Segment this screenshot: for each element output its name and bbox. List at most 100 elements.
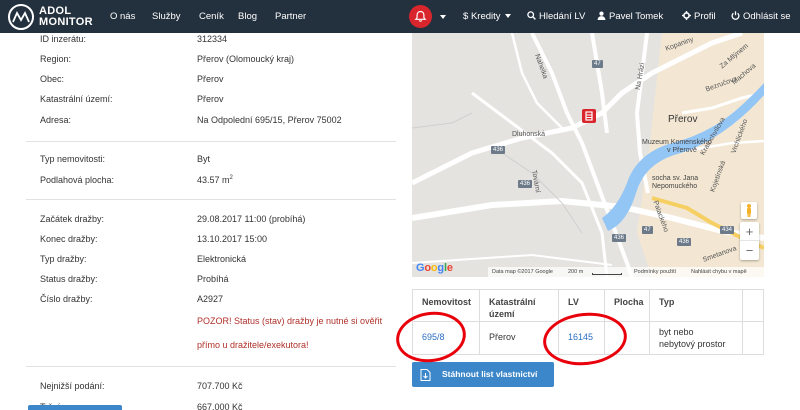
search-lv-label: Hledání LV bbox=[539, 11, 586, 22]
detail-value: A2927 bbox=[197, 294, 224, 304]
property-marker-icon[interactable] bbox=[582, 109, 596, 123]
detail-row-konec: Konec dražby: 13.10.2017 15:00 bbox=[40, 234, 400, 252]
nav-logout[interactable]: Odhlásit se bbox=[731, 0, 791, 33]
nav-item-partner[interactable]: Partner bbox=[275, 0, 306, 33]
plocha-number: 43.57 m bbox=[197, 175, 230, 185]
map-label: Dluhonská bbox=[512, 131, 546, 138]
map-canvas bbox=[412, 33, 764, 277]
logo-icon bbox=[8, 4, 34, 30]
top-navbar: ADOL MONITOR O nás Služby Ceník Blog Par… bbox=[0, 0, 800, 33]
status-warning: POZOR! Status (stav) dražby je nutné si … bbox=[197, 309, 407, 357]
nav-profile[interactable]: Profil bbox=[682, 0, 716, 33]
detail-value: Přerov (Olomoucký kraj) bbox=[197, 54, 295, 64]
map-zoom-control: + − bbox=[740, 222, 759, 260]
detail-label: ID inzerátu: bbox=[40, 34, 87, 44]
power-icon bbox=[731, 11, 740, 20]
logo-text: ADOL MONITOR bbox=[39, 6, 93, 28]
table-header-katastr[interactable]: Katastrální území bbox=[480, 290, 536, 321]
detail-value: 667.000 Kč bbox=[197, 402, 243, 410]
map-data-credit: Data map ©2017 Google bbox=[492, 269, 553, 275]
document-download-icon bbox=[420, 369, 431, 381]
detail-value: Přerov bbox=[197, 74, 224, 84]
map-label-city: Přerov bbox=[668, 114, 698, 125]
detail-value: 312334 bbox=[197, 34, 228, 44]
map-report-link[interactable]: Nahlásit chybu v mapě bbox=[691, 267, 747, 277]
gear-icon bbox=[682, 10, 691, 20]
road-shield: 436 bbox=[491, 146, 506, 154]
detail-row-katastr: Katastrální území: Přerov bbox=[40, 94, 400, 112]
detail-label: Konec dražby: bbox=[40, 234, 98, 244]
warning-line-1: POZOR! Status (stav) dražby je nutné si … bbox=[197, 316, 383, 326]
dollar-icon: $ bbox=[463, 11, 471, 22]
road-shield: 436 bbox=[612, 234, 627, 242]
table-cell-typ: byt nebo nebytový prostor bbox=[650, 323, 726, 358]
nav-item-sluzby[interactable]: Služby bbox=[152, 0, 181, 33]
detail-row-adresa: Adresa: Na Odpolední 695/15, Přerov 7500… bbox=[40, 115, 400, 133]
road-shield: 434 bbox=[720, 226, 735, 234]
detail-label: Nejnižší podání: bbox=[40, 381, 105, 391]
user-icon bbox=[597, 11, 606, 20]
section-divider bbox=[26, 141, 396, 142]
detail-label: Adresa: bbox=[40, 115, 72, 125]
street-view-pegman-icon[interactable] bbox=[741, 202, 757, 219]
search-icon bbox=[527, 11, 536, 20]
header-line-2: území bbox=[489, 309, 515, 319]
google-logo: Google bbox=[416, 262, 453, 274]
detail-row-id: ID inzerátu: 312334 bbox=[40, 34, 400, 52]
profile-label: Profil bbox=[694, 11, 716, 22]
detail-value: Přerov bbox=[197, 94, 224, 104]
map-label: Nepomuckého bbox=[652, 183, 698, 190]
table-header-typ[interactable]: Typ bbox=[650, 290, 674, 321]
detail-row-region: Region: Přerov (Olomoucký kraj) bbox=[40, 54, 400, 72]
section-divider bbox=[26, 366, 396, 367]
notifications-caret-icon[interactable] bbox=[440, 15, 446, 19]
road-shield: 47 bbox=[592, 60, 603, 68]
detail-label: Číslo dražby: bbox=[40, 294, 93, 304]
nav-credits-dropdown[interactable]: $ Kredity bbox=[463, 0, 511, 33]
nav-search-lv[interactable]: Hledání LV bbox=[527, 0, 585, 33]
detail-label: Začátek dražby: bbox=[40, 214, 105, 224]
logo[interactable]: ADOL MONITOR bbox=[8, 4, 93, 30]
detail-value: 29.08.2017 11:00 (probíhá) bbox=[197, 214, 306, 224]
map-scale[interactable]: 200 m bbox=[568, 267, 583, 277]
credits-label: Kredity bbox=[470, 11, 501, 22]
map-terms-link[interactable]: Podmínky použití bbox=[634, 267, 676, 277]
logo-line2: MONITOR bbox=[39, 16, 93, 28]
detail-row-obec: Obec: Přerov bbox=[40, 74, 400, 92]
nav-item-o-nas[interactable]: O nás bbox=[110, 0, 135, 33]
detail-label: Typ dražby: bbox=[40, 254, 87, 264]
map-attribution-bar: Data map ©2017 Google 200 m Podmínky pou… bbox=[488, 267, 764, 277]
detail-label: Podlahová plocha: bbox=[40, 175, 115, 185]
header-line-1: Katastrální bbox=[489, 297, 536, 307]
detail-label: Katastrální území: bbox=[40, 94, 113, 104]
road-shield: 436 bbox=[518, 180, 533, 188]
detail-label: Region: bbox=[40, 54, 72, 64]
table-cell-katastr: Přerov bbox=[489, 332, 516, 342]
notifications-button[interactable] bbox=[409, 5, 432, 28]
detail-row-zacatek: Začátek dražby: 29.08.2017 11:00 (probíh… bbox=[40, 214, 400, 232]
typ-line-2: nebytový prostor bbox=[659, 339, 726, 349]
user-name: Pavel Tomek bbox=[609, 11, 664, 22]
zoom-out-button[interactable]: − bbox=[740, 241, 759, 260]
logout-label: Odhlásit se bbox=[743, 11, 791, 22]
download-lv-button[interactable]: Stáhnout list vlastnictví bbox=[412, 362, 554, 387]
nav-item-blog[interactable]: Blog bbox=[238, 0, 257, 33]
typ-line-1: byt nebo bbox=[659, 327, 694, 337]
zoom-in-button[interactable]: + bbox=[740, 222, 759, 241]
chevron-down-icon bbox=[504, 14, 511, 19]
map-scale-bar bbox=[592, 273, 622, 275]
detail-label: Status dražby: bbox=[40, 274, 98, 284]
nav-user[interactable]: Pavel Tomek bbox=[597, 0, 663, 33]
detail-row-nejnizsi: Nejnižší podání: 707.700 Kč bbox=[40, 381, 400, 399]
detail-label: Typ nemovitosti: bbox=[40, 154, 106, 164]
detail-value: Probíhá bbox=[197, 274, 229, 284]
nav-item-cenik[interactable]: Ceník bbox=[199, 0, 224, 33]
location-map[interactable]: Kopaniny Nahelka Dluhonská Přerov Muzeum… bbox=[412, 33, 764, 277]
partial-action-button[interactable] bbox=[28, 405, 122, 410]
road-shield: 47 bbox=[642, 226, 653, 234]
detail-row-plocha: Podlahová plocha: 43.57 m2 bbox=[40, 175, 400, 193]
detail-row-typ-drazby: Typ dražby: Elektronická bbox=[40, 254, 400, 272]
map-label: v Přerově bbox=[667, 147, 697, 154]
column-divider bbox=[742, 290, 743, 354]
google-logo-letter: e bbox=[446, 262, 453, 274]
